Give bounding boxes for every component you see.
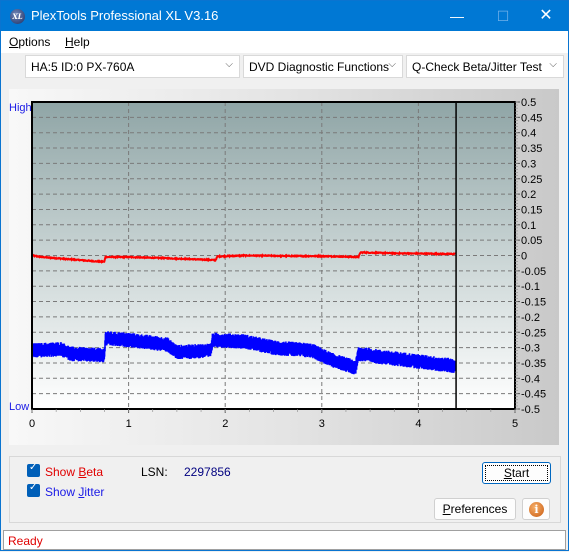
y-tick-label: -0.35 [521, 358, 546, 370]
y-tick-label: 0.05 [521, 235, 542, 247]
preferences-accel: P [442, 502, 451, 516]
y-tick-label: 0 [521, 251, 527, 263]
x-tick-label: 0 [29, 418, 35, 430]
y-tick-label: 0.45 [521, 112, 542, 124]
x-tick-label: 4 [415, 418, 421, 430]
y-tick-label: 0.5 [521, 97, 536, 109]
x-axis: 0 1 2 3 4 5 [29, 409, 518, 430]
show-beta-checkbox[interactable] [27, 462, 40, 477]
x-tick-label: 5 [512, 418, 518, 430]
show-jitter-checkbox[interactable] [27, 482, 40, 497]
focus-rect [485, 465, 548, 481]
x-tick-label: 2 [222, 418, 228, 430]
show-jitter-prefix: Show [45, 485, 79, 499]
start-button[interactable]: Start [482, 462, 551, 484]
y-tick-label: -0.25 [521, 327, 546, 339]
app-window: XL PlexTools Professional XL V3.16 — ☐ ✕… [0, 0, 569, 551]
preferences-label: references [450, 502, 508, 516]
preferences-button[interactable]: Preferences [434, 498, 516, 520]
x-tick-label: 3 [319, 418, 325, 430]
y-tick-label: 0.4 [521, 128, 536, 140]
y-tick-label: -0.3 [521, 343, 540, 355]
y-tick-label: 0.1 [521, 220, 536, 232]
show-beta-prefix: Show [45, 465, 79, 479]
lsn-value: 2297856 [184, 465, 231, 479]
info-icon: i [529, 502, 544, 517]
show-beta-rest: eta [86, 465, 104, 479]
y-tick-label: -0.45 [521, 389, 546, 401]
info-button[interactable]: i [522, 498, 550, 520]
show-jitter-label[interactable]: Show Jitter [45, 485, 104, 499]
y-axis: 0.5 0.45 0.4 0.35 0.3 0.25 0.2 0.15 0.1 0.05 0 -0.0… [515, 97, 546, 416]
y-tick-label: -0.5 [521, 404, 540, 416]
y-tick-label: -0.1 [521, 281, 540, 293]
y-tick-label: -0.05 [521, 266, 546, 278]
y-tick-label: -0.4 [521, 373, 540, 385]
y-tick-label: -0.2 [521, 312, 540, 324]
y-tick-label: 0.3 [521, 158, 536, 170]
show-beta-label[interactable]: Show Beta [45, 465, 103, 479]
status-text: Ready [8, 534, 43, 548]
x-tick-label: 1 [126, 418, 132, 430]
lsn-label: LSN: [141, 465, 168, 479]
y-tick-label: -0.15 [521, 297, 546, 309]
show-jitter-rest: itter [84, 485, 105, 499]
y-tick-label: 0.2 [521, 189, 536, 201]
status-bar: Ready [3, 530, 566, 550]
y-tick-label: 0.25 [521, 174, 542, 186]
y-tick-label: 0.15 [521, 204, 542, 216]
y-tick-label: 0.35 [521, 143, 542, 155]
